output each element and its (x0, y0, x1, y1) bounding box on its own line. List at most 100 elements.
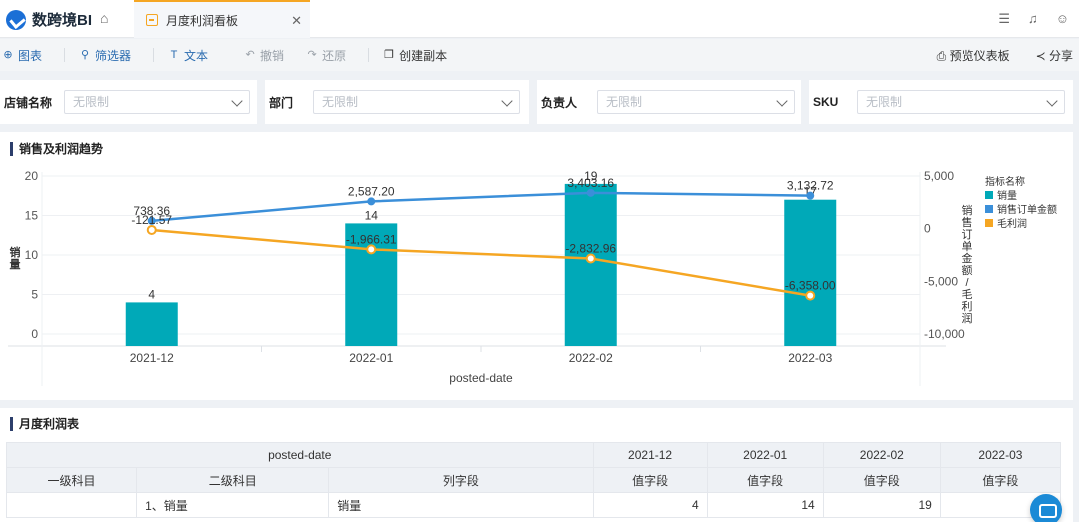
col-header-level2: 二级科目 (136, 467, 330, 493)
cell-level2: 1、销量 (136, 492, 330, 518)
sku-select[interactable]: 无限制 (857, 90, 1065, 114)
y2-axis-label: 单 (962, 240, 973, 253)
toolbar-right: ⎙ 预览仪表板 ≺ 分享 (937, 39, 1073, 71)
y2-tick-label: -5,000 (924, 274, 958, 288)
store-select[interactable]: 无限制 (64, 90, 250, 114)
filter-department: 部门 无限制 (265, 80, 529, 124)
chevron-down-icon (501, 95, 513, 107)
preview-dashboard-button[interactable]: ⎙ 预览仪表板 (937, 47, 1010, 64)
text-button-label: 文本 (184, 48, 209, 63)
toolbar-divider (64, 48, 66, 62)
bar (125, 302, 178, 346)
filter-label: SKU (813, 95, 839, 109)
y-tick-label: 0 (31, 327, 38, 341)
user-icon[interactable]: ☺ (1056, 11, 1069, 27)
y-axis-label: 销 (10, 245, 21, 259)
cell-field: 销量 (328, 492, 594, 518)
table-subheader-row: 一级科目 二级科目 列字段 值字段 值字段 值字段 值字段 (5, 467, 1062, 493)
share-icon: ≺ (1035, 48, 1046, 63)
legend-title: 指标名称 (985, 175, 1025, 188)
copy-icon: ❐ (384, 49, 395, 61)
x-tick-label: 2022-02 (569, 351, 613, 365)
y2-tick-label: 0 (924, 222, 931, 236)
filter-store: 店铺名称 无限制 (0, 80, 257, 124)
y2-axis-label: 金 (962, 251, 973, 265)
month-header: 2022-01 (706, 442, 824, 468)
line-data-label: -121.57 (131, 213, 172, 227)
table-title: 月度利润表 (10, 417, 79, 431)
y-axis-label: 量 (10, 258, 21, 271)
line-point (366, 244, 377, 255)
undo-button[interactable]: ↶ 撤销 (244, 47, 284, 64)
value-header: 值字段 (939, 467, 1062, 493)
sales-amount-line (151, 191, 811, 223)
create-copy-label: 创建副本 (399, 48, 448, 63)
close-icon[interactable]: ✕ (291, 13, 302, 29)
editor-toolbar: ⊕ 图表 ⚲ 筛选器 T 文本 ↶ 撤销 ↷ 还原 ❐ 创建副本 ⎙ 预览仪表板… (0, 39, 1079, 71)
select-placeholder: 无限制 (322, 95, 359, 109)
dashboard-icon (146, 14, 158, 26)
cell-level1 (5, 492, 138, 518)
logo-icon (6, 9, 26, 30)
home-icon[interactable]: ⌂ (100, 10, 116, 26)
share-button[interactable]: ≺ 分享 (1036, 47, 1073, 64)
create-copy-button[interactable]: ❐ 创建副本 (383, 47, 447, 64)
filter-label: 负责人 (541, 95, 578, 110)
y2-axis-label: 利 (962, 300, 973, 313)
text-button[interactable]: T 文本 (168, 47, 208, 64)
funnel-icon: ⚲ (80, 49, 90, 61)
y2-axis-label: 售 (962, 215, 973, 229)
x-tick-label: 2021-12 (130, 351, 174, 365)
filter-button-label: 筛选器 (95, 48, 132, 63)
bar-data-label: 4 (148, 287, 155, 301)
app-logo[interactable]: 数跨境BI (6, 9, 92, 30)
posted-date-header: posted-date (6, 442, 594, 468)
legend-swatch (985, 191, 993, 199)
line-point (586, 188, 595, 197)
value-header: 值字段 (592, 467, 708, 493)
profit-table: posted-date 2021-12 2022-01 2022-02 2022… (5, 442, 1062, 518)
undo-button-label: 撤销 (260, 48, 285, 63)
legend-label: 销售订单金额 (997, 203, 1057, 216)
top-right-actions: ☰ ♫ ☺ (998, 11, 1069, 27)
table-row: 1、销量 销量 4 14 19 (5, 492, 1062, 518)
select-placeholder: 无限制 (73, 95, 110, 109)
list-icon[interactable]: ☰ (998, 11, 1010, 27)
legend-swatch (985, 219, 993, 227)
line-point (806, 191, 815, 200)
chart-button[interactable]: ⊕ 图表 (2, 47, 42, 64)
combo-chart[interactable]: 201510505,0000-5,000-10,000销量销售订单金额/毛利润2… (0, 132, 1073, 400)
line-data-label: -2,832.96 (565, 242, 616, 256)
filter-button[interactable]: ⚲ 筛选器 (79, 47, 131, 64)
y2-axis-label: 销 (962, 203, 973, 217)
gross-profit-line (151, 228, 811, 297)
tab-label: 月度利润看板 (166, 13, 239, 28)
toolbar-divider (368, 48, 370, 62)
y2-tick-label: -10,000 (924, 327, 965, 341)
legend-label: 销量 (997, 189, 1017, 202)
chart-button-label: 图表 (18, 48, 43, 63)
chevron-down-icon (1046, 95, 1058, 107)
redo-button-label: 还原 (322, 48, 347, 63)
top-bar: 数跨境BI ⌂ 月度利润看板 ✕ ☰ ♫ ☺ (0, 0, 1079, 38)
chart-panel: 销售及利润趋势 20 15 10 5 0 5,000 0 -5,000 -10,000 销量销售订… (0, 132, 1073, 400)
filter-sku: SKU 无限制 (809, 80, 1073, 124)
chevron-down-icon (776, 95, 788, 107)
y2-tick-label: 5,000 (924, 169, 954, 183)
redo-button[interactable]: ↷ 还原 (306, 47, 346, 64)
legend-swatch (985, 205, 993, 213)
value-header: 值字段 (822, 467, 941, 493)
text-icon: T (170, 49, 178, 61)
tab-monthly-profit[interactable]: 月度利润看板 ✕ (134, 0, 310, 38)
bell-icon[interactable]: ♫ (1028, 11, 1038, 27)
cell-value: 19 (822, 492, 941, 518)
select-placeholder: 无限制 (606, 95, 643, 109)
owner-select[interactable]: 无限制 (597, 90, 795, 114)
preview-icon: ⎙ (936, 48, 947, 63)
legend-label: 毛利润 (997, 217, 1027, 230)
y-tick-label: 10 (25, 248, 39, 262)
department-select[interactable]: 无限制 (313, 90, 520, 114)
y2-axis-label: 订 (962, 228, 973, 241)
y2-axis-label: / (965, 277, 969, 289)
support-chat-button[interactable] (1030, 494, 1062, 522)
